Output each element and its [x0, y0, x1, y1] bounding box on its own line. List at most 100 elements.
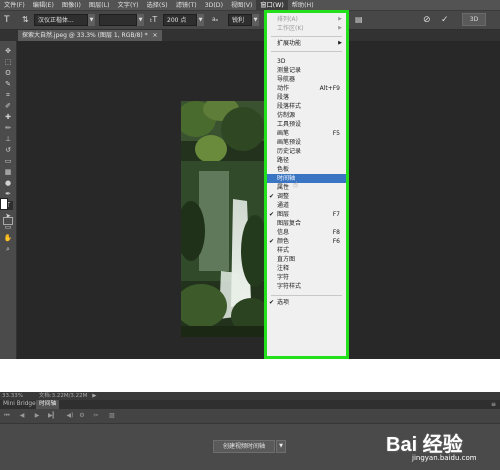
window-menu-item[interactable]: 仿制源: [267, 111, 346, 120]
window-menu-item[interactable]: 工作区(K) ▶: [267, 24, 346, 33]
eraser-tool-icon[interactable]: ▭: [3, 157, 13, 166]
menu-view[interactable]: 视图(V): [227, 0, 256, 11]
menu-edit[interactable]: 编辑(E): [29, 0, 58, 11]
text-tool-icon[interactable]: T: [4, 14, 16, 26]
window-menu-item[interactable]: 字符: [267, 273, 346, 282]
play-icon[interactable]: ▶: [33, 412, 41, 420]
window-menu-item-timeline[interactable]: 时间轴: [267, 174, 346, 183]
font-size-field[interactable]: 200 点: [163, 14, 197, 26]
settings-icon[interactable]: ⚙: [78, 412, 86, 420]
window-menu-item[interactable]: 画笔 F5: [267, 129, 346, 138]
menu-window[interactable]: 窗口(W): [256, 0, 288, 11]
panel-menu-icon[interactable]: ≡: [491, 400, 496, 409]
bottom-panel-tabs: Mini Bridge 时间轴 ≡: [0, 400, 500, 409]
zoom-tool-icon[interactable]: ⌕: [3, 245, 13, 254]
window-menu-item[interactable]: 通道: [267, 201, 346, 210]
window-menu-item[interactable]: 色板: [267, 165, 346, 174]
menu-image[interactable]: 图像(I): [58, 0, 85, 11]
chevron-down-icon[interactable]: ▼: [276, 440, 286, 453]
window-menu-item[interactable]: 工具预设: [267, 120, 346, 129]
menu-layer[interactable]: 图层(L): [85, 0, 114, 11]
window-menu-item[interactable]: 3D: [267, 57, 346, 66]
window-menu-item[interactable]: 图层复合: [267, 219, 346, 228]
tab-timeline[interactable]: 时间轴: [36, 400, 60, 409]
checkmark-icon: ✔: [269, 193, 275, 200]
window-menu-item[interactable]: ✔ 选项: [267, 298, 346, 307]
window-menu-item[interactable]: 历史记录: [267, 147, 346, 156]
lasso-tool-icon[interactable]: ʘ: [3, 69, 13, 78]
chevron-down-icon[interactable]: ▼: [197, 14, 204, 26]
quick-mask-icon[interactable]: [3, 217, 13, 225]
menu-bar: 文件(F) 编辑(E) 图像(I) 图层(L) 文字(Y) 选择(S) 滤镜(T…: [0, 0, 500, 11]
warp-text-icon[interactable]: ▤: [355, 14, 367, 26]
watermark-url: jingyan.baidu.com: [412, 454, 477, 462]
chevron-down-icon[interactable]: ▼: [137, 14, 144, 26]
chevron-down-icon[interactable]: ▼: [252, 14, 259, 26]
split-icon[interactable]: ✂: [92, 412, 100, 420]
menu-select[interactable]: 选择(S): [143, 0, 172, 11]
document-tab[interactable]: 探索大自然.jpeg @ 33.3% (图层 1, RGB/8) * ×: [18, 30, 162, 41]
healing-brush-icon[interactable]: ✚: [3, 113, 13, 122]
zoom-level[interactable]: 33.33%: [2, 393, 23, 399]
screenshot-gap: [0, 359, 500, 392]
create-video-timeline-button[interactable]: 创建视频时间轴: [213, 440, 275, 453]
window-menu-item[interactable]: 段落样式: [267, 102, 346, 111]
menu-separator: [271, 36, 342, 37]
menu-help[interactable]: 帮助(H): [288, 0, 318, 11]
window-menu-item[interactable]: 画笔预设: [267, 138, 346, 147]
window-menu-item[interactable]: ✔ 调整: [267, 192, 346, 201]
orientation-toggle-icon[interactable]: ⇅: [22, 14, 31, 26]
checkmark-icon: ✔: [269, 238, 275, 245]
stamp-tool-icon[interactable]: ⊥: [3, 135, 13, 144]
window-menu-item[interactable]: 段落: [267, 93, 346, 102]
brush-tool-icon[interactable]: ✏: [3, 124, 13, 133]
window-menu-item[interactable]: 属性: [267, 183, 346, 192]
window-menu-item[interactable]: ✔ 图层 F7: [267, 210, 346, 219]
chevron-right-icon[interactable]: ▶: [92, 393, 96, 399]
menu-filter[interactable]: 滤镜(T): [172, 0, 201, 11]
window-menu-item[interactable]: 测量记录: [267, 66, 346, 75]
marquee-tool-icon[interactable]: ⬚: [3, 58, 13, 67]
tab-mini-bridge[interactable]: Mini Bridge: [0, 400, 39, 409]
window-menu-item[interactable]: 字符样式: [267, 282, 346, 291]
gradient-tool-icon[interactable]: ▦: [3, 168, 13, 177]
crop-tool-icon[interactable]: ⌗: [3, 91, 13, 100]
audio-icon[interactable]: ◀): [66, 412, 74, 420]
history-brush-icon[interactable]: ↺: [3, 146, 13, 155]
close-icon[interactable]: ×: [153, 32, 158, 39]
hand-tool-icon[interactable]: ✋: [3, 234, 13, 243]
window-menu-item[interactable]: 直方图: [267, 255, 346, 264]
dodge-tool-icon[interactable]: ●: [3, 179, 13, 188]
foreground-color-swatch[interactable]: [0, 198, 8, 210]
window-menu-item[interactable]: 样式: [267, 246, 346, 255]
go-to-first-frame-icon[interactable]: ⏮: [3, 412, 11, 420]
window-menu-item[interactable]: 扩展功能 ▶: [267, 39, 346, 48]
window-menu-item[interactable]: ✔ 颜色 F6: [267, 237, 346, 246]
menu-file[interactable]: 文件(F): [0, 0, 29, 11]
quick-select-tool-icon[interactable]: ✎: [3, 80, 13, 89]
timeline-controls: ⏮ ◀ ▶ ▶▎ ◀) ⚙ ✂ ▨: [0, 409, 500, 424]
baidu-jingyan-watermark: Bai 经验 jingyan.baidu.com: [386, 428, 498, 468]
3d-icon[interactable]: 3D: [462, 13, 486, 26]
next-frame-icon[interactable]: ▶▎: [48, 412, 57, 420]
previous-frame-icon[interactable]: ◀: [18, 412, 26, 420]
window-menu-item[interactable]: 动作 Alt+F9: [267, 84, 346, 93]
document-photo[interactable]: [181, 101, 265, 337]
menu-type[interactable]: 文字(Y): [114, 0, 143, 11]
window-menu-item[interactable]: 路径: [267, 156, 346, 165]
transition-icon[interactable]: ▨: [108, 412, 116, 420]
chevron-down-icon[interactable]: ▼: [88, 14, 95, 26]
move-tool-icon[interactable]: ✥: [3, 47, 13, 56]
antialias-select[interactable]: 锐利: [228, 14, 252, 26]
font-style-select[interactable]: [99, 14, 137, 26]
window-menu-item[interactable]: 信息 F8: [267, 228, 346, 237]
font-family-select[interactable]: 汉仪正楷体...: [34, 14, 88, 26]
commit-check-icon[interactable]: ✓: [441, 14, 453, 26]
window-menu-item[interactable]: 注释: [267, 264, 346, 273]
eyedropper-tool-icon[interactable]: ✐: [3, 102, 13, 111]
window-menu-item[interactable]: 排列(A) ▶: [267, 15, 346, 24]
cancel-icon[interactable]: ⊘: [423, 14, 435, 26]
document-tab-row: 探索大自然.jpeg @ 33.3% (图层 1, RGB/8) * ×: [0, 30, 500, 41]
window-menu-item[interactable]: 导航器: [267, 75, 346, 84]
menu-3d[interactable]: 3D(D): [201, 0, 227, 11]
